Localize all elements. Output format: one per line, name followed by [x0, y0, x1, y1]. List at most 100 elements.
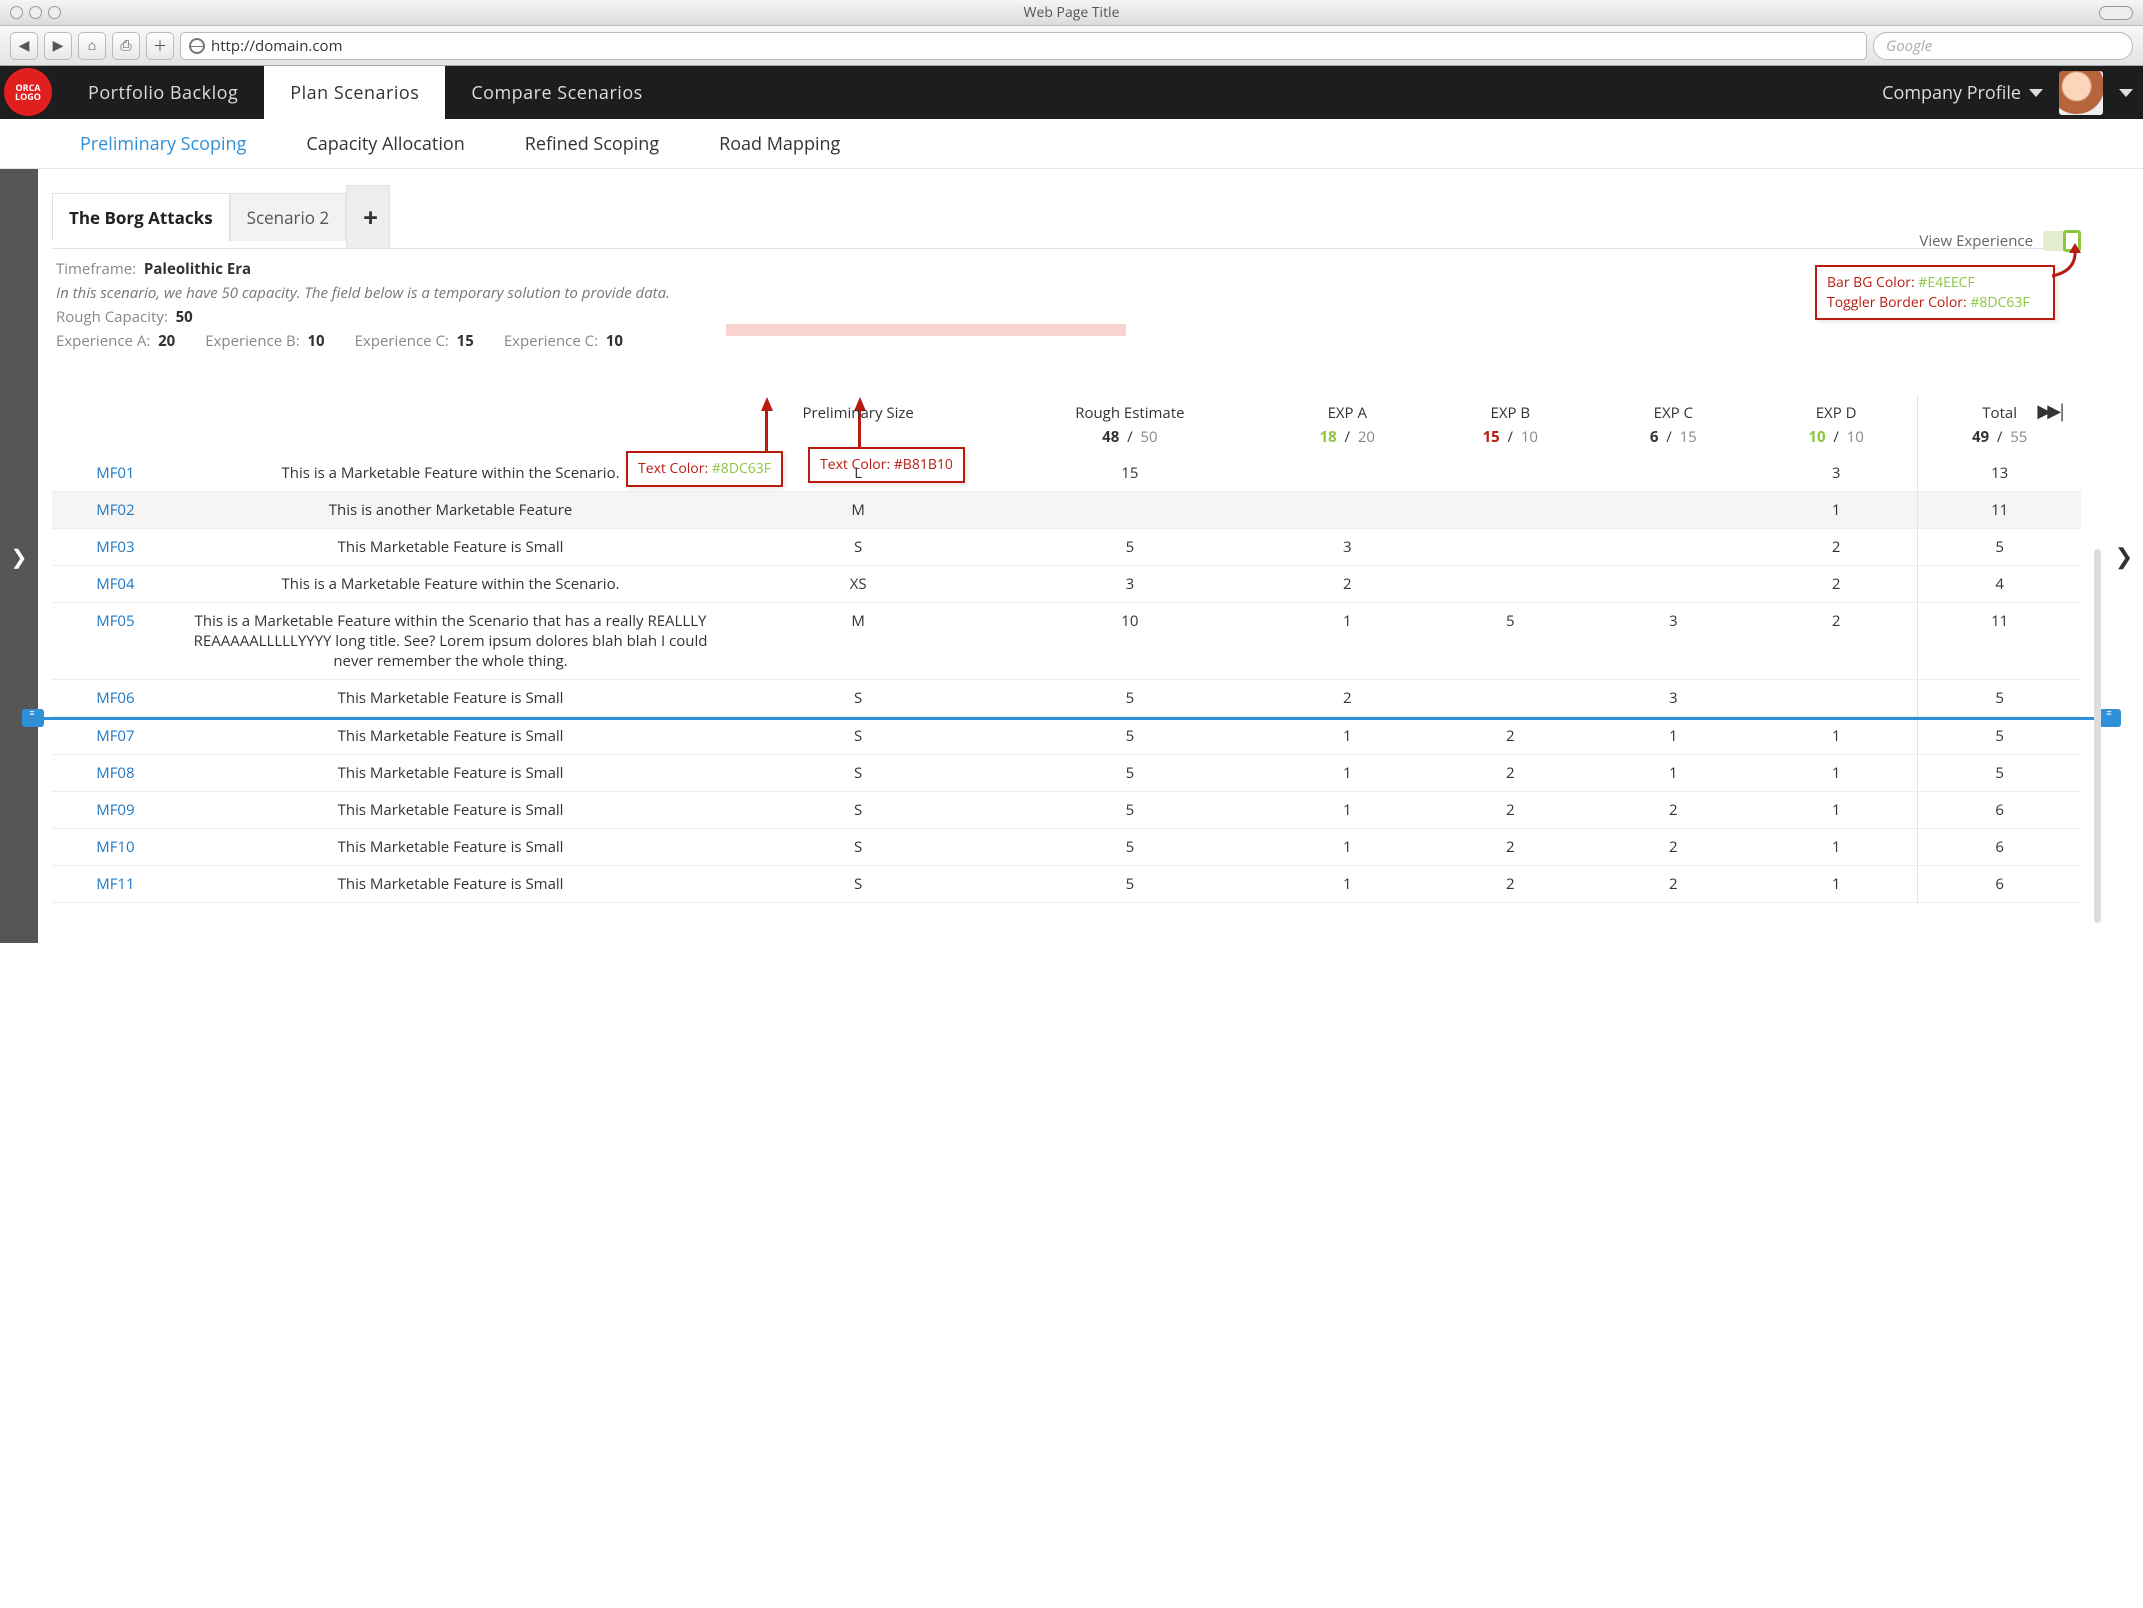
back-button[interactable]: ◀: [10, 32, 38, 60]
main-content: The Borg AttacksScenario 2+ View Experie…: [38, 169, 2105, 943]
cell-prelim-size: M: [722, 603, 994, 680]
feature-id-link[interactable]: MF09: [96, 800, 134, 820]
table-row[interactable]: MF07This Marketable Feature is SmallS512…: [52, 718, 2081, 755]
feature-table: Preliminary Size Rough Estimate 48 / 50 …: [52, 395, 2081, 903]
add-scenario-button[interactable]: +: [346, 185, 390, 248]
rough-capacity-value: 50: [176, 307, 193, 327]
subnav-road-mapping[interactable]: Road Mapping: [719, 132, 840, 156]
cell-total: 11: [1918, 492, 2081, 529]
home-button[interactable]: ⌂: [78, 32, 106, 60]
table-row[interactable]: MF05This is a Marketable Feature within …: [52, 603, 2081, 680]
drag-handle-icon[interactable]: ≡: [2099, 709, 2121, 727]
cell-exp-0: 1: [1266, 792, 1429, 829]
expand-right-handle[interactable]: ❯: [2105, 169, 2143, 943]
cell-prelim-size: S: [722, 866, 994, 903]
cell-prelim-size: L: [722, 455, 994, 492]
cell-exp-1: [1429, 455, 1592, 492]
search-field[interactable]: Google: [1873, 32, 2133, 60]
subnav-capacity-allocation[interactable]: Capacity Allocation: [306, 132, 464, 156]
col-exp-a[interactable]: EXP A18 / 20: [1266, 395, 1429, 455]
cell-exp-3: 1: [1755, 866, 1918, 903]
cell-total: 4: [1918, 566, 2081, 603]
table-row[interactable]: MF08This Marketable Feature is SmallS512…: [52, 755, 2081, 792]
feature-id-link[interactable]: MF03: [96, 537, 134, 557]
feature-id-link[interactable]: MF07: [96, 726, 134, 746]
nav-tab-portfolio-backlog[interactable]: Portfolio Backlog: [62, 66, 264, 119]
cell-rough-estimate: 5: [994, 829, 1266, 866]
cell-exp-1: [1429, 529, 1592, 566]
subnav-preliminary-scoping[interactable]: Preliminary Scoping: [80, 132, 246, 156]
col-exp-b[interactable]: EXP B15 / 10: [1429, 395, 1592, 455]
app-logo[interactable]: ORCA LOGO: [4, 68, 52, 116]
chevron-down-icon: [2029, 89, 2043, 97]
user-avatar[interactable]: [2059, 71, 2103, 115]
globe-icon: [189, 38, 205, 54]
cell-exp-1: 2: [1429, 792, 1592, 829]
skip-forward-icon[interactable]: ▶▶|: [2037, 399, 2063, 423]
add-button[interactable]: ＋: [146, 32, 174, 60]
table-row[interactable]: MF02This is another Marketable FeatureM1…: [52, 492, 2081, 529]
feature-id-link[interactable]: MF08: [96, 763, 134, 783]
cell-exp-3: 1: [1755, 718, 1918, 755]
feature-title: This is a Marketable Feature within the …: [179, 566, 722, 603]
experience-capacity: Experience B: 10: [205, 331, 324, 351]
cell-total: 6: [1918, 792, 2081, 829]
feature-title: This is a Marketable Feature within the …: [179, 455, 722, 492]
cell-exp-0: [1266, 492, 1429, 529]
chevron-down-icon[interactable]: [2119, 89, 2133, 97]
table-row[interactable]: MF10This Marketable Feature is SmallS512…: [52, 829, 2081, 866]
table-row[interactable]: MF11This Marketable Feature is SmallS512…: [52, 866, 2081, 903]
cell-prelim-size: S: [722, 680, 994, 717]
url-field[interactable]: http://domain.com: [180, 32, 1867, 60]
drag-handle-icon[interactable]: ≡: [22, 709, 44, 727]
subnav-refined-scoping[interactable]: Refined Scoping: [525, 132, 659, 156]
feature-id-link[interactable]: MF01: [96, 463, 134, 483]
capacity-overload-bar: [726, 324, 1126, 336]
cell-exp-0: 2: [1266, 566, 1429, 603]
nav-tab-compare-scenarios[interactable]: Compare Scenarios: [445, 66, 668, 119]
feature-id-link[interactable]: MF06: [96, 688, 134, 708]
window-title: Web Page Title: [0, 3, 2143, 22]
annotation-toggle-colors: Bar BG Color: #E4EECF Toggler Border Col…: [1815, 265, 2055, 320]
cell-exp-1: [1429, 566, 1592, 603]
feature-title: This Marketable Feature is Small: [179, 866, 722, 903]
table-row[interactable]: MF06This Marketable Feature is SmallS523…: [52, 680, 2081, 717]
table-row[interactable]: MF09This Marketable Feature is SmallS512…: [52, 792, 2081, 829]
feature-id-link[interactable]: MF05: [96, 611, 134, 631]
table-row[interactable]: MF03This Marketable Feature is SmallS532…: [52, 529, 2081, 566]
nav-tab-plan-scenarios[interactable]: Plan Scenarios: [264, 66, 445, 119]
col-prelim-size[interactable]: Preliminary Size: [722, 395, 994, 455]
cell-exp-2: 3: [1592, 603, 1755, 680]
cell-exp-3: 3: [1755, 455, 1918, 492]
cell-exp-1: 2: [1429, 755, 1592, 792]
cell-rough-estimate: 15: [994, 455, 1266, 492]
cell-exp-3: 1: [1755, 755, 1918, 792]
table-row[interactable]: MF01 This is a Marketable Feature within …: [52, 455, 2081, 492]
timeframe-value: Paleolithic Era: [144, 259, 251, 279]
scenario-tab-0[interactable]: The Borg Attacks: [52, 193, 230, 241]
cell-exp-3: [1755, 680, 1918, 717]
cell-exp-2: [1592, 529, 1755, 566]
company-profile-menu[interactable]: Company Profile: [1882, 81, 2043, 105]
expand-left-handle[interactable]: ❯: [0, 169, 38, 943]
feature-id-link[interactable]: MF04: [96, 574, 134, 594]
forward-button[interactable]: ▶: [44, 32, 72, 60]
cell-total: 11: [1918, 603, 2081, 680]
cell-exp-3: 1: [1755, 492, 1918, 529]
scrollbar[interactable]: [2094, 549, 2101, 923]
app-nav: ORCA LOGO Portfolio BacklogPlan Scenario…: [0, 66, 2143, 119]
table-row[interactable]: MF04 This is a Marketable Feature within …: [52, 566, 2081, 603]
print-button[interactable]: ⎙: [112, 32, 140, 60]
cell-exp-2: [1592, 566, 1755, 603]
col-rough-estimate[interactable]: Rough Estimate 48 / 50: [994, 395, 1266, 455]
feature-id-link[interactable]: MF11: [96, 874, 134, 894]
scenario-tab-1[interactable]: Scenario 2: [230, 193, 347, 241]
cell-exp-0: 1: [1266, 829, 1429, 866]
cell-exp-1: 2: [1429, 829, 1592, 866]
feature-id-link[interactable]: MF10: [96, 837, 134, 857]
feature-id-link[interactable]: MF02: [96, 500, 134, 520]
col-exp-d[interactable]: EXP D10 / 10: [1755, 395, 1918, 455]
col-exp-c[interactable]: EXP C6 / 15: [1592, 395, 1755, 455]
annotation-arrow-icon: [2047, 241, 2087, 281]
company-profile-label: Company Profile: [1882, 81, 2021, 105]
